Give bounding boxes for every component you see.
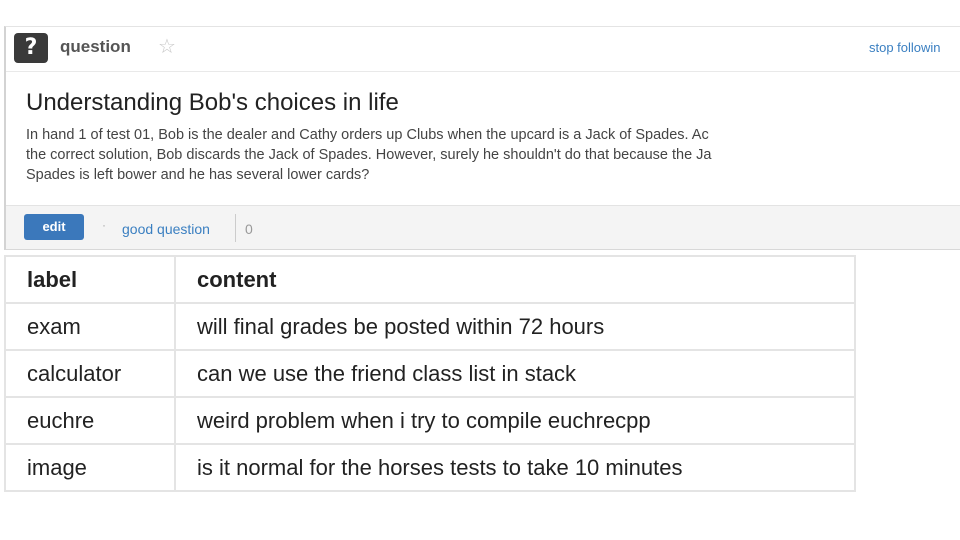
label-table: label content exam will final grades be … bbox=[4, 255, 856, 492]
bottom-margin bbox=[0, 510, 960, 540]
post-body-line: Spades is left bower and he has several … bbox=[26, 167, 370, 183]
good-question-count: 0 bbox=[245, 221, 253, 237]
post-header: ? question ☆ stop followin bbox=[6, 27, 960, 72]
question-post: ? question ☆ stop followin Understanding… bbox=[4, 26, 960, 250]
table-row: exam will final grades be posted within … bbox=[4, 302, 856, 351]
cell-label: euchre bbox=[4, 396, 176, 445]
stop-following-link[interactable]: stop followin bbox=[869, 40, 941, 55]
cell-label: exam bbox=[4, 302, 176, 351]
separator: · bbox=[102, 218, 106, 232]
post-title: Understanding Bob's choices in life bbox=[26, 89, 399, 116]
cell-content: can we use the friend class list in stac… bbox=[174, 349, 856, 398]
post-body: In hand 1 of test 01, Bob is the dealer … bbox=[26, 125, 960, 185]
column-header-label: label bbox=[4, 255, 176, 304]
star-icon[interactable]: ☆ bbox=[158, 34, 176, 58]
cell-label: calculator bbox=[4, 349, 176, 398]
cell-content: weird problem when i try to compile euch… bbox=[174, 396, 856, 445]
question-mark-icon: ? bbox=[14, 33, 48, 63]
cell-content: will final grades be posted within 72 ho… bbox=[174, 302, 856, 351]
edit-button[interactable]: edit bbox=[24, 214, 84, 240]
post-footer: edit · good question 0 bbox=[6, 205, 960, 249]
cell-label: image bbox=[4, 443, 176, 492]
table-row: calculator can we use the friend class l… bbox=[4, 349, 856, 398]
divider bbox=[235, 214, 236, 242]
post-body-line: In hand 1 of test 01, Bob is the dealer … bbox=[26, 127, 709, 143]
column-header-content: content bbox=[174, 255, 856, 304]
table-header-row: label content bbox=[4, 255, 856, 304]
table-row: image is it normal for the horses tests … bbox=[4, 443, 856, 492]
post-type-label: question bbox=[60, 37, 131, 56]
cell-content: is it normal for the horses tests to tak… bbox=[174, 443, 856, 492]
post-body-line: the correct solution, Bob discards the J… bbox=[26, 147, 712, 163]
good-question-link[interactable]: good question bbox=[122, 221, 210, 237]
table-row: euchre weird problem when i try to compi… bbox=[4, 396, 856, 445]
